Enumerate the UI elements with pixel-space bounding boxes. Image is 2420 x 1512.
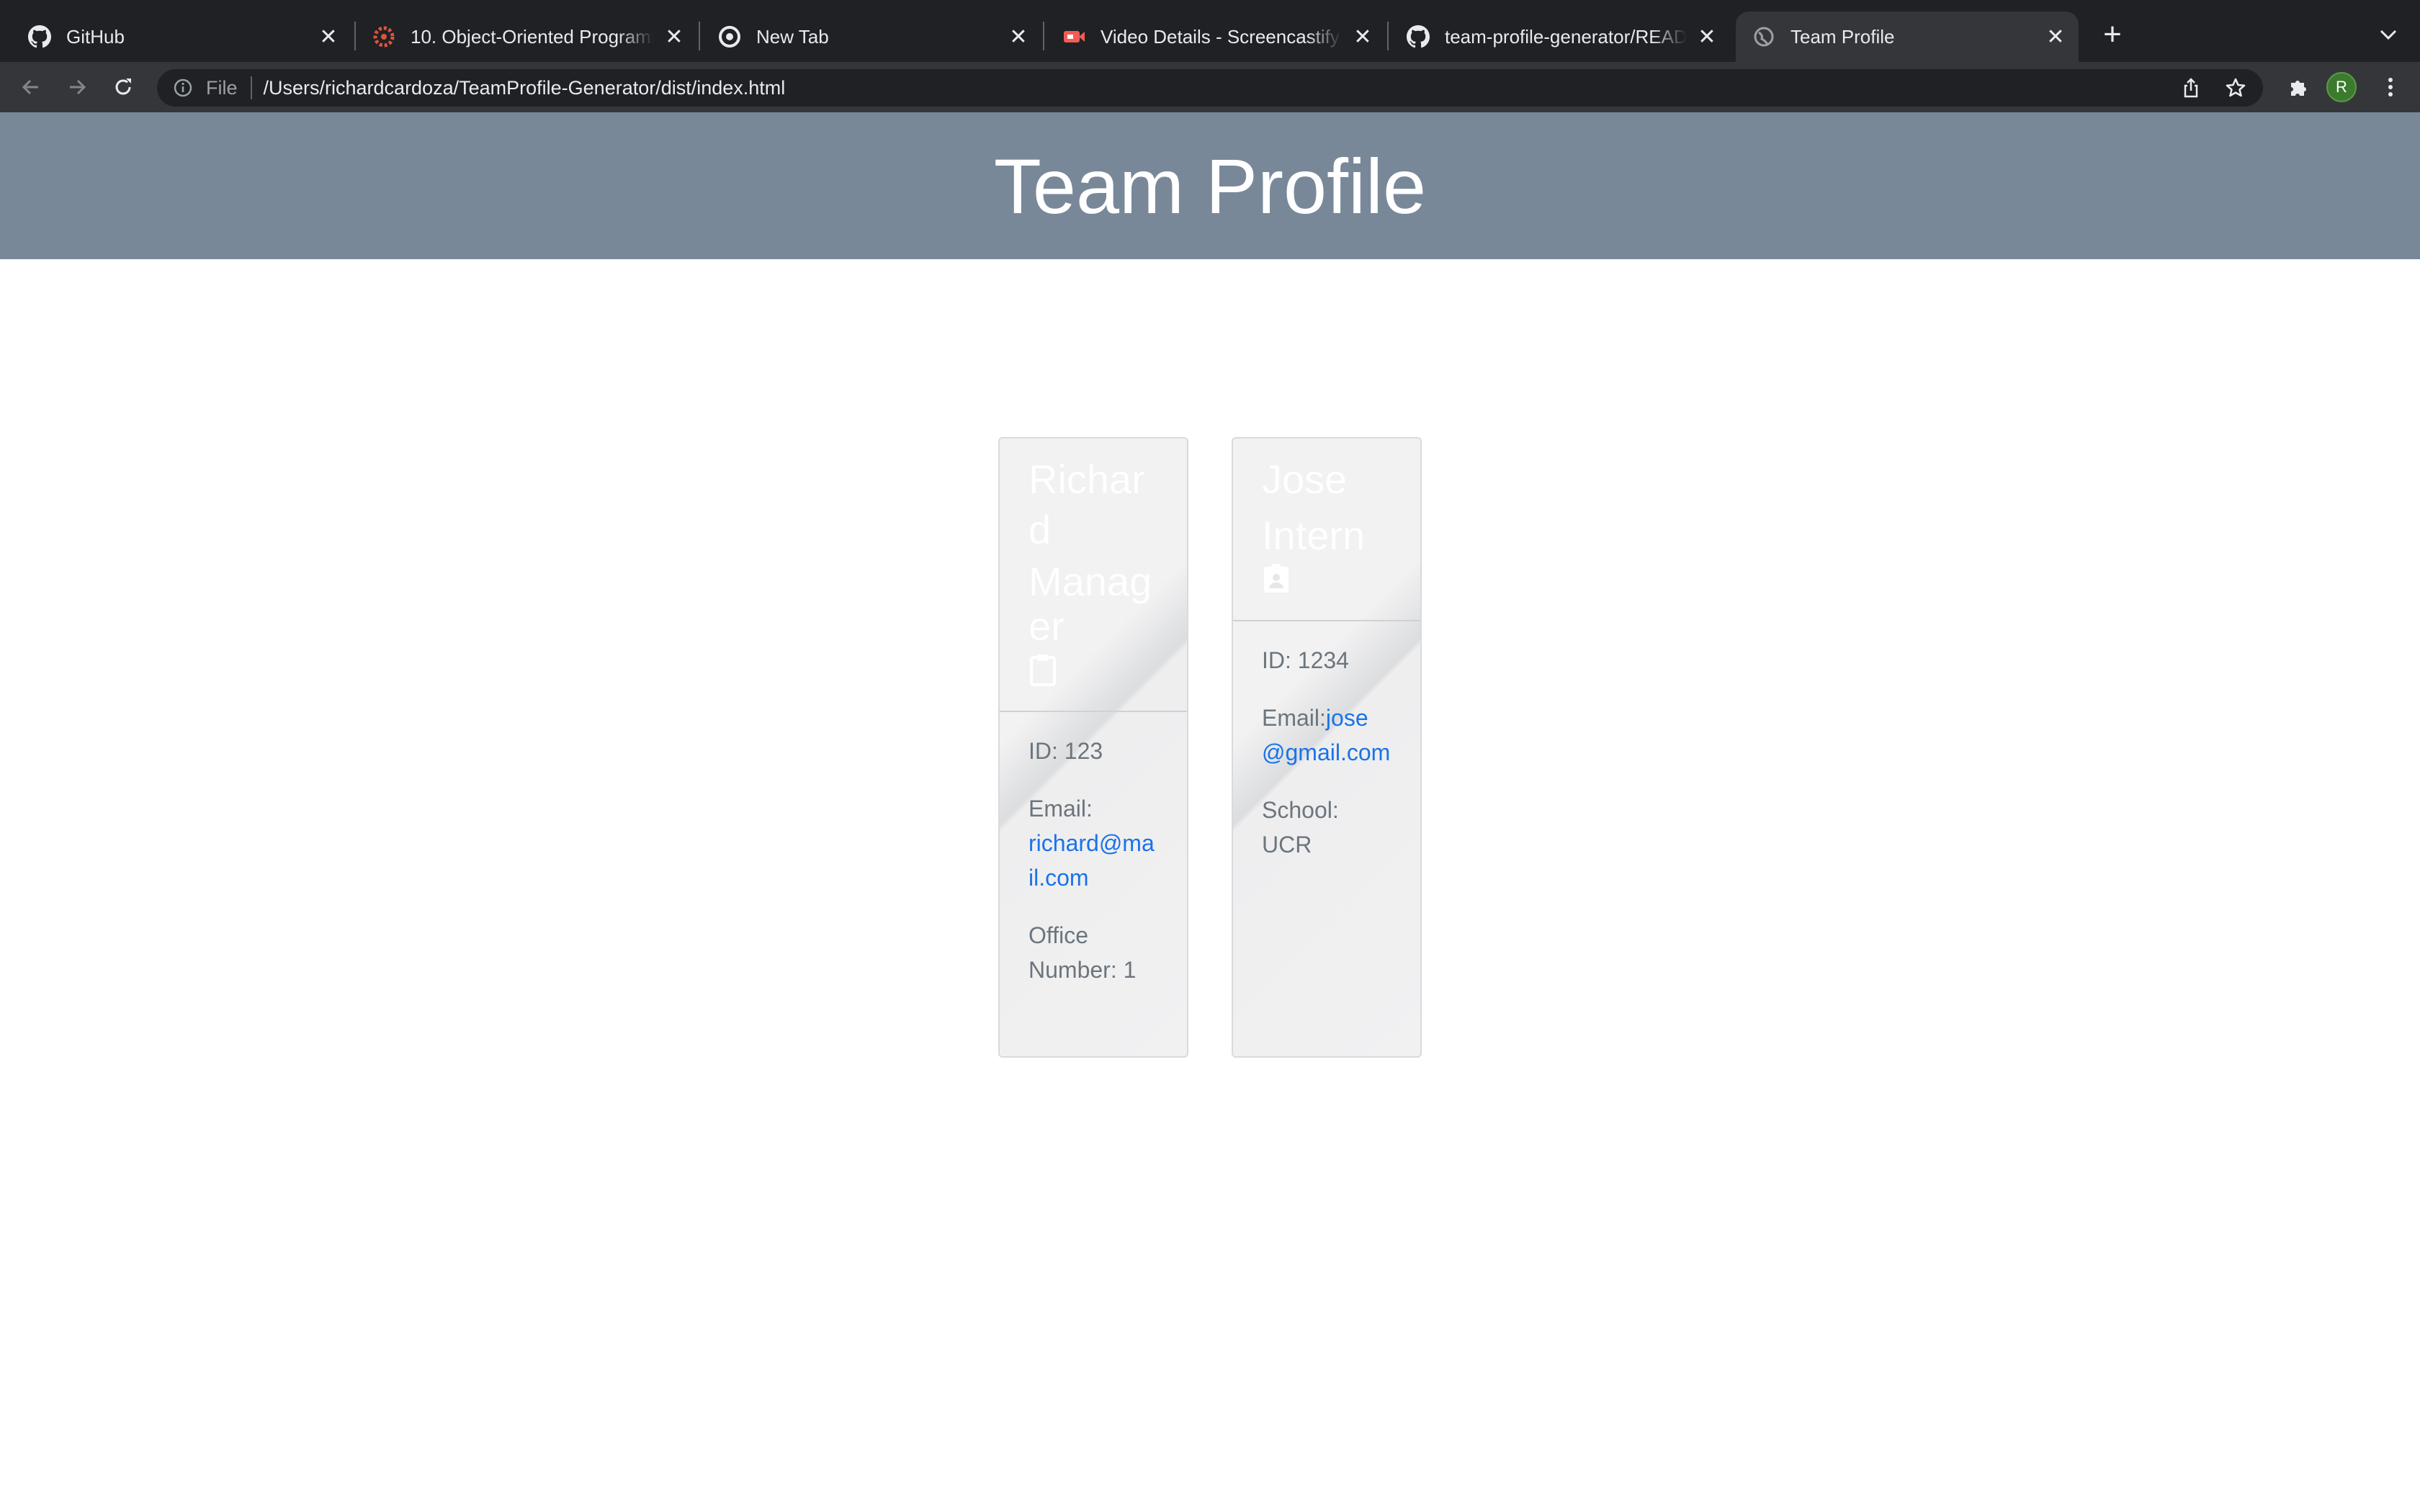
close-icon[interactable]: ✕ [1350, 24, 1376, 50]
kebab-menu-icon [2388, 78, 2393, 96]
close-icon[interactable]: ✕ [315, 24, 341, 50]
tab-label: GitHub [66, 25, 125, 48]
tab-label: Video Details - Screencastify [1101, 25, 1340, 48]
tab-search-button[interactable] [2374, 20, 2403, 49]
clipboard-icon [1028, 653, 1060, 689]
arrow-right-icon [70, 79, 86, 95]
reload-button[interactable] [107, 71, 140, 104]
card-body: ID: 123 Email: richard@mail.com Office N… [1000, 712, 1187, 1032]
info-icon[interactable] [171, 76, 194, 99]
school: School: UCR [1262, 797, 1339, 858]
bootcamp-icon [372, 24, 396, 49]
page-title: Team Profile [993, 142, 1427, 230]
close-icon[interactable]: ✕ [2043, 24, 2069, 50]
employee-role: Intern [1262, 513, 1366, 558]
globe-icon [1752, 24, 1776, 49]
tab-github[interactable]: GitHub ✕ [0, 12, 351, 62]
chevron-down-icon [2380, 30, 2397, 40]
new-tab-button[interactable]: + [2096, 19, 2129, 52]
github-icon [1406, 24, 1430, 49]
reload-icon [115, 78, 131, 95]
card-body: ID: 1234 Email:jose@gmail.com School: UC… [1233, 621, 1420, 906]
share-icon[interactable] [2178, 75, 2204, 101]
employee-id: ID: 123 [1028, 738, 1103, 764]
tab-object-oriented[interactable]: 10. Object-Oriented Programming ✕ [346, 12, 697, 62]
employee-email-line: Email:jose@gmail.com [1262, 701, 1392, 770]
address-actions [2178, 75, 2249, 101]
tab-label: team-profile-generator/README.md [1445, 25, 1687, 48]
tab-new-tab[interactable]: New Tab ✕ [690, 12, 1041, 62]
employee-id: ID: 1234 [1262, 647, 1349, 673]
puzzle-icon [2291, 81, 2306, 96]
employee-card-jose: Jose Intern ID: 1234 Email:jose@gmail.co… [1232, 437, 1422, 1058]
forward-button[interactable] [60, 71, 94, 104]
employee-card-richard: Richard Manager ID: 123 Email: richard@m… [998, 437, 1188, 1058]
browser-toolbar: File /Users/richardcardoza/TeamProfile-G… [0, 62, 2420, 112]
email-label: Email: [1262, 705, 1326, 731]
office-number: Office Number: 1 [1028, 922, 1137, 983]
star-icon[interactable] [2223, 75, 2249, 101]
tab-readme[interactable]: team-profile-generator/README.md ✕ [1379, 12, 1730, 62]
browser-menu-button[interactable] [2374, 71, 2407, 104]
employee-name: Jose [1262, 456, 1348, 502]
scheme-label: File [206, 76, 238, 99]
tab-label: 10. Object-Oriented Programming [411, 25, 654, 48]
card-header: Richard Manager [1000, 438, 1187, 712]
tab-label: New Tab [756, 25, 829, 48]
email-label: Email: [1028, 796, 1093, 822]
id-badge-icon [1262, 562, 1294, 598]
arrow-left-icon [22, 79, 38, 95]
tab-screencastify[interactable]: Video Details - Screencastify ✕ [1034, 12, 1386, 62]
card-header: Jose Intern [1233, 438, 1420, 621]
github-icon [27, 24, 52, 49]
page-header: Team Profile [0, 112, 2420, 259]
employee-name: Richard [1028, 456, 1145, 552]
url-text[interactable]: /Users/richardcardoza/TeamProfile-Genera… [264, 77, 786, 99]
browser-tab-bar: GitHub ✕ 10. Object-Oriented Programming… [0, 0, 2420, 62]
close-icon[interactable]: ✕ [1694, 24, 1720, 50]
employee-email-line: Email: richard@mail.com [1028, 791, 1158, 895]
address-divider [250, 76, 252, 99]
employee-role: Manager [1028, 559, 1152, 649]
page-viewport: Team Profile Richard Manager ID: 123 Ema… [0, 112, 2420, 1512]
back-button[interactable] [14, 71, 48, 104]
tab-label: Team Profile [1791, 25, 1895, 48]
chrome-icon [717, 24, 742, 49]
close-icon[interactable]: ✕ [1005, 24, 1031, 50]
address-bar[interactable]: File /Users/richardcardoza/TeamProfile-G… [157, 69, 2263, 107]
close-icon[interactable]: ✕ [661, 24, 687, 50]
extensions-button[interactable] [2282, 71, 2315, 104]
profile-avatar[interactable]: R [2326, 72, 2357, 102]
tab-team-profile[interactable]: Team Profile ✕ [1736, 12, 2079, 62]
screencastify-icon [1062, 24, 1086, 49]
email-link[interactable]: richard@mail.com [1028, 830, 1155, 891]
